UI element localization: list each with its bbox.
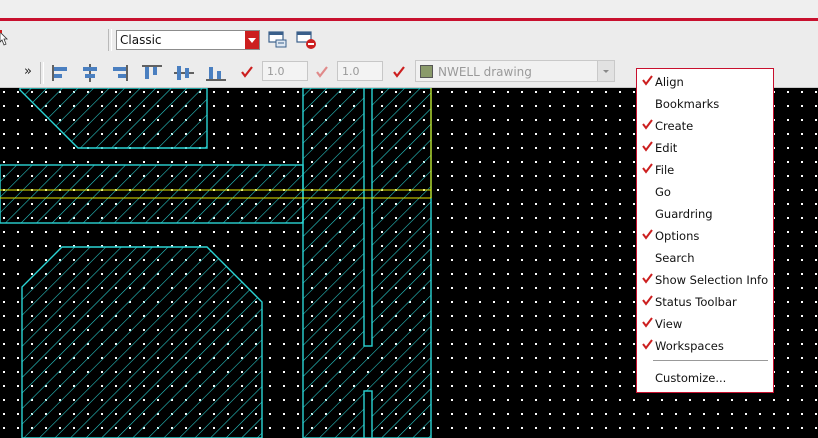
chevron-down-icon[interactable] [245, 31, 259, 49]
menu-item-search[interactable]: Search [637, 247, 773, 269]
menu-item-label: Create [655, 119, 694, 133]
menu-item-label: Bookmarks [655, 97, 720, 111]
menu-item-label: Show Selection Info [655, 273, 769, 287]
align-top-icon[interactable] [140, 63, 164, 83]
workspace-toolbar: Classic [0, 21, 818, 60]
menu-item-edit[interactable]: Edit [637, 137, 773, 159]
chevron-down-icon[interactable] [597, 61, 614, 81]
menu-item-align[interactable]: Align [637, 71, 773, 93]
workspace-delete-icon[interactable] [296, 30, 318, 50]
menu-item-label: Go [655, 185, 671, 199]
workspace-select[interactable]: Classic [116, 30, 260, 50]
menu-item-label: Options [655, 229, 700, 243]
menu-item-label: Workspaces [655, 339, 724, 353]
menu-item-go[interactable]: Go [637, 181, 773, 203]
menu-item-label: View [655, 317, 683, 331]
checkmark-icon [642, 119, 653, 130]
title-strip [0, 0, 818, 18]
workspace-select-value: Classic [120, 33, 162, 47]
align-hcenter-icon[interactable] [80, 63, 100, 83]
toolbars-context-menu: Align Bookmarks Create Edit File Go Guar… [636, 68, 774, 393]
layout-shape[interactable] [21, 246, 263, 438]
checkmark-icon[interactable] [240, 65, 254, 79]
layer-select-value: NWELL drawing [438, 65, 532, 79]
checkmark-icon [642, 229, 653, 240]
checkmark-icon [642, 163, 653, 174]
toolbar-overflow-button[interactable]: » [24, 64, 32, 79]
menu-item-label: Edit [655, 141, 678, 155]
layout-gap [363, 390, 373, 438]
value-field-2[interactable]: 1.0 [337, 61, 383, 81]
align-bottom-icon[interactable] [204, 63, 228, 83]
toolbar-grip[interactable] [108, 29, 112, 51]
menu-item-label: Customize... [655, 371, 727, 385]
menu-item-label: Status Toolbar [655, 295, 737, 309]
menu-item-view[interactable]: View [637, 313, 773, 335]
checkmark-icon [642, 339, 653, 350]
checkmark-icon[interactable] [315, 65, 329, 79]
menu-item-show-selection-info[interactable]: Show Selection Info [637, 269, 773, 291]
menu-item-bookmarks[interactable]: Bookmarks [637, 93, 773, 115]
layer-select[interactable]: NWELL drawing [415, 60, 615, 82]
menu-item-workspaces[interactable]: Workspaces [637, 335, 773, 357]
menu-item-label: Search [655, 251, 695, 265]
toolbar-grip[interactable] [40, 62, 44, 84]
value-field-1[interactable]: 1.0 [262, 61, 308, 81]
menu-item-label: File [655, 163, 675, 177]
menu-item-file[interactable]: File [637, 159, 773, 181]
align-vcenter-icon[interactable] [172, 63, 196, 83]
menu-separator [653, 360, 768, 361]
checkmark-icon[interactable] [392, 65, 406, 79]
menu-item-customize[interactable]: Customize... [637, 367, 773, 389]
cursor-icon[interactable] [0, 30, 10, 48]
menu-item-label: Align [655, 75, 684, 89]
layout-shape[interactable] [0, 164, 304, 224]
menu-item-guardring[interactable]: Guardring [637, 203, 773, 225]
layout-gap [363, 88, 373, 347]
align-left-icon[interactable] [50, 63, 70, 83]
layer-color-swatch [420, 65, 433, 78]
menu-item-status-toolbar[interactable]: Status Toolbar [637, 291, 773, 313]
checkmark-icon [642, 75, 653, 86]
checkmark-icon [642, 141, 653, 152]
menu-item-create[interactable]: Create [637, 115, 773, 137]
align-right-icon[interactable] [110, 63, 130, 83]
checkmark-icon [642, 317, 653, 328]
workspace-save-icon[interactable] [268, 30, 288, 50]
menu-item-options[interactable]: Options [637, 225, 773, 247]
checkmark-icon [642, 295, 653, 306]
checkmark-icon [642, 273, 653, 284]
menu-item-label: Guardring [655, 207, 713, 221]
